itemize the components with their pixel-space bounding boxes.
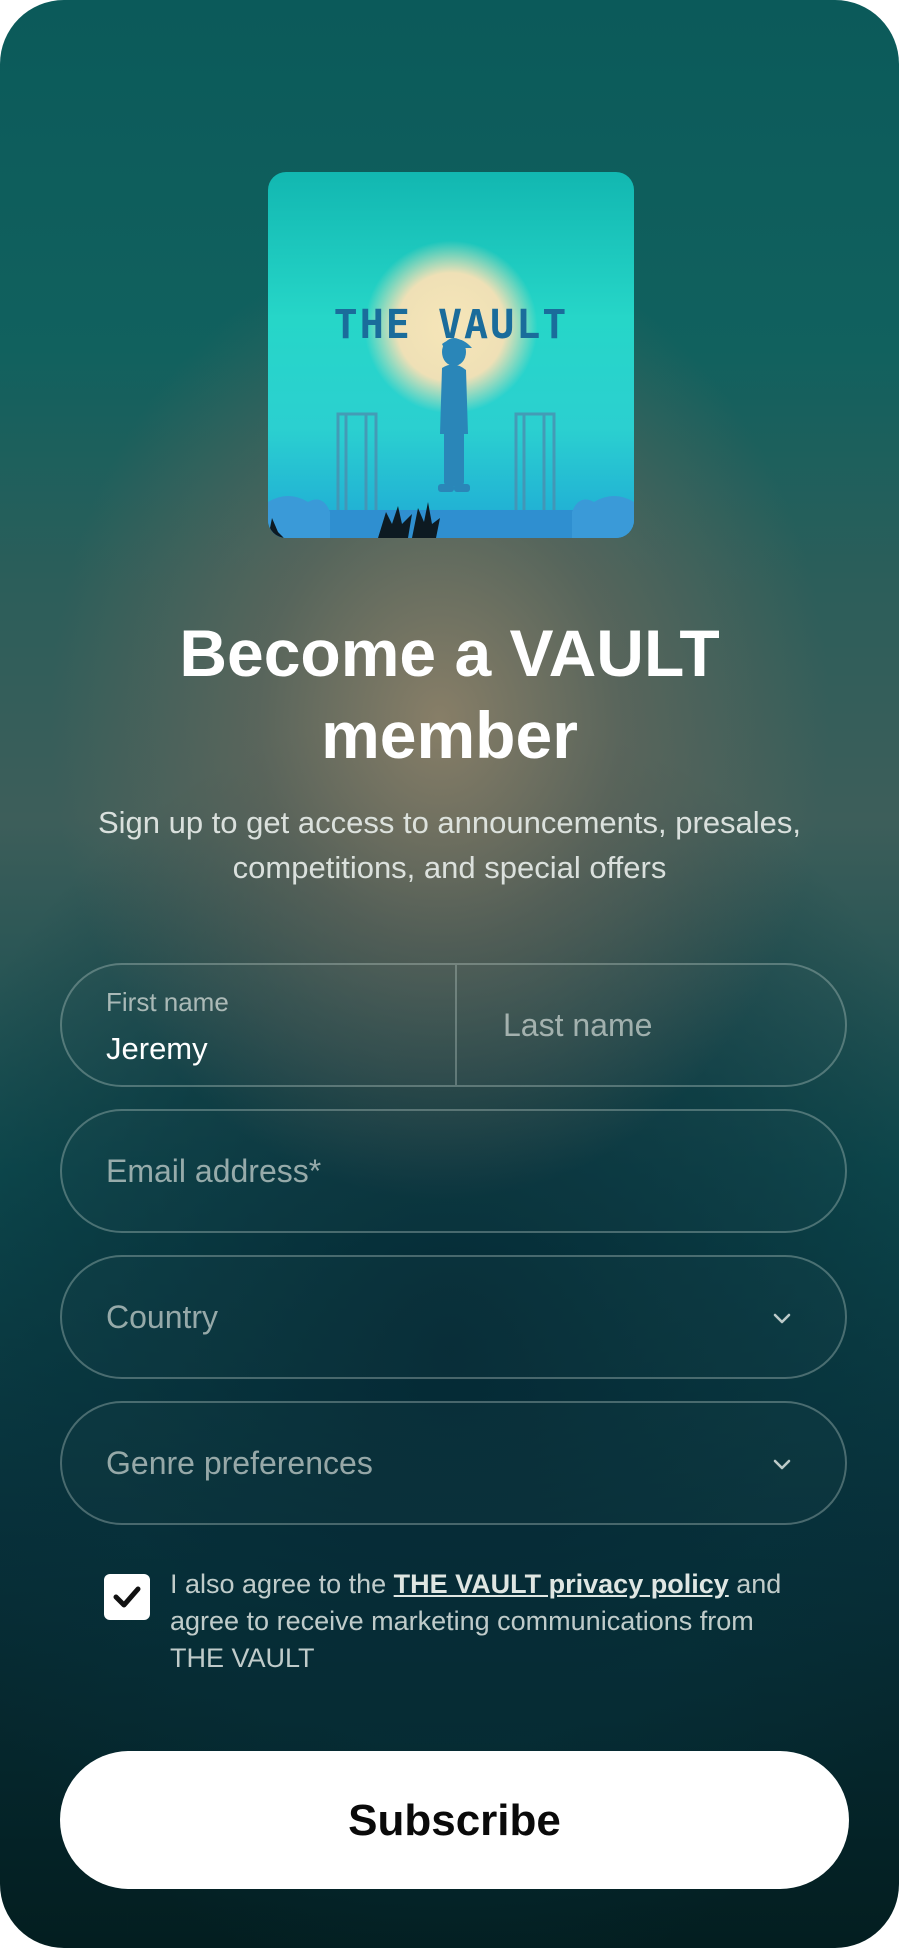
- first-name-label: First name: [106, 987, 229, 1017]
- first-name-value: Jeremy: [106, 1031, 208, 1066]
- first-name-field[interactable]: First name Jeremy: [62, 965, 455, 1085]
- album-cover-image: THE VAULT: [268, 172, 634, 538]
- chevron-down-icon: [773, 1459, 791, 1470]
- chevron-down-icon: [773, 1313, 791, 1324]
- consent-checkbox[interactable]: [104, 1574, 150, 1620]
- privacy-policy-link[interactable]: THE VAULT privacy policy: [394, 1569, 729, 1599]
- performer-silhouette-graphic: [268, 338, 634, 538]
- last-name-placeholder: Last name: [503, 1007, 653, 1043]
- email-placeholder: Email address*: [106, 1153, 322, 1189]
- consent-text-before: I also agree to the: [170, 1569, 394, 1599]
- country-placeholder: Country: [106, 1299, 219, 1335]
- page-title: Become a VAULT member: [179, 616, 720, 772]
- name-field-group: First name Jeremy Last name: [60, 963, 847, 1087]
- checkmark-icon: [113, 1586, 141, 1608]
- genre-preferences-select[interactable]: Genre preferences: [60, 1401, 847, 1525]
- page-subtitle: Sign up to get access to announcements, …: [97, 805, 802, 885]
- country-select[interactable]: Country: [60, 1255, 847, 1379]
- signup-card: THE VAULT Become a VAULT member Sign up …: [0, 0, 899, 1948]
- last-name-field[interactable]: Last name: [457, 965, 845, 1085]
- email-field[interactable]: Email address*: [60, 1109, 847, 1233]
- cover-logo-text: THE VAULT: [333, 302, 569, 348]
- consent-text: I also agree to the THE VAULT privacy po…: [170, 1566, 810, 1677]
- subscribe-button[interactable]: Subscribe: [60, 1751, 849, 1889]
- genre-placeholder: Genre preferences: [106, 1445, 373, 1481]
